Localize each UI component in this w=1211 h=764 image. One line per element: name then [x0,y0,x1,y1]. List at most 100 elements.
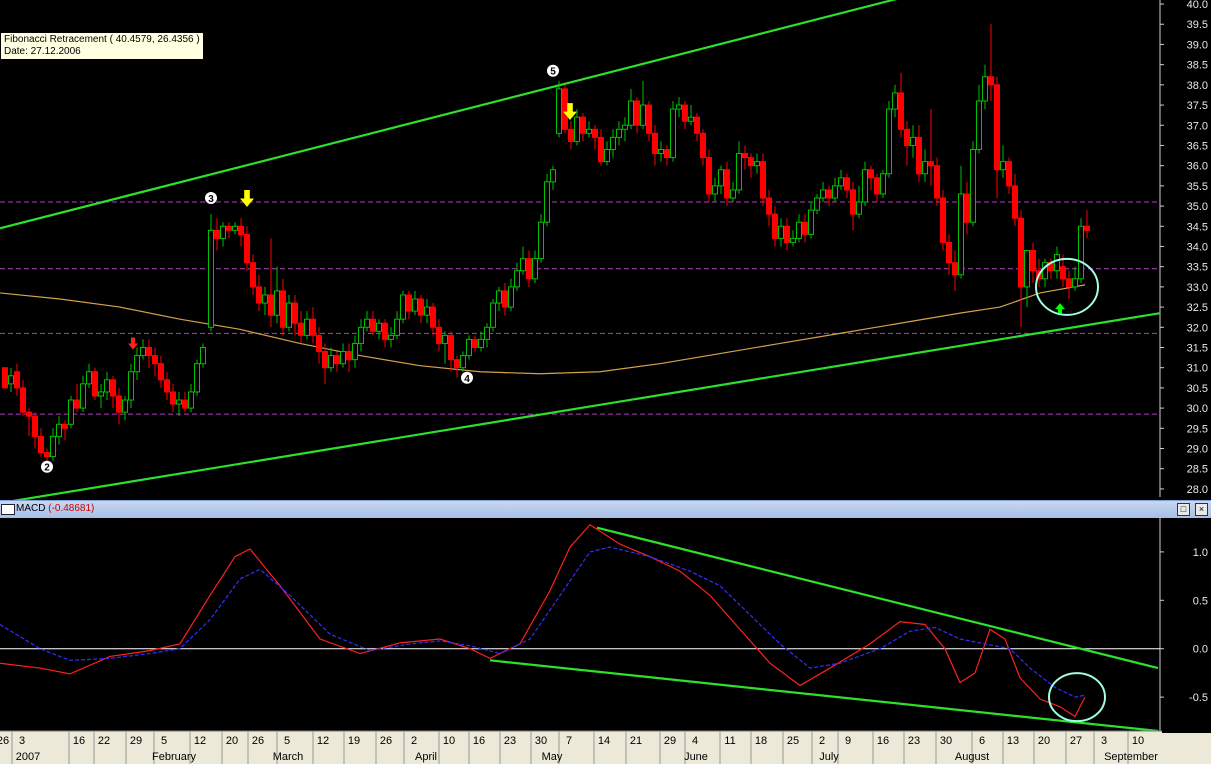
candle-body [880,173,886,195]
price-tick-label: 39.0 [1187,39,1208,51]
candle-body [1054,254,1060,272]
candle-body [194,363,200,393]
date-tick-label: 5 [284,735,290,747]
candle-body [556,88,562,134]
candle-body [158,363,164,381]
candle-body [382,322,388,340]
candle-body [526,258,532,280]
candle-body [694,116,700,134]
macd-tick-label: -0.5 [1189,692,1208,704]
price-tick-label: 30.5 [1187,383,1208,395]
date-tick-label: 10 [443,735,455,747]
date-tick-label: 21 [630,735,642,747]
candle-body [910,136,916,146]
candle-body [496,290,502,304]
candle-body [1006,161,1012,187]
price-tick-label: 35.0 [1187,201,1208,213]
candle-body [364,318,370,328]
price-tick-label: 40.0 [1187,0,1208,11]
candle-body [802,221,808,235]
candle-body [424,306,430,316]
candle-body [868,169,874,179]
close-panel-button[interactable]: × [1195,503,1208,516]
candle-body [550,169,556,183]
wave-label: 5 [550,67,556,78]
date-tick-label: 5 [161,735,167,747]
candle-body [850,189,856,215]
tooltip-line-1: Fibonacci Retracement ( 40.4579, 26.4356… [4,34,200,45]
wave-label: 4 [464,374,470,385]
price-tick-label: 33.0 [1187,282,1208,294]
candle-body [418,298,424,316]
candle-body [886,108,892,175]
date-tick-label: 7 [566,735,572,747]
candle-body [244,233,250,264]
candle-body [778,225,784,239]
macd-panel-title: MACD (-0.48681) [16,503,94,514]
month-label: August [955,751,989,763]
candle-body [116,395,122,413]
candle-body [44,452,50,458]
candle-body [406,294,412,312]
candle-body [718,169,724,187]
candle-body [712,185,718,195]
month-label: September [1104,751,1158,763]
candle-body [790,237,796,243]
candle-body [134,355,140,373]
candle-body [892,92,898,110]
date-axis: 2631622295122026512192621016233071421294… [0,730,1162,764]
candle-body [742,153,748,159]
date-tick-label: 10 [1132,735,1144,747]
month-label: 2007 [16,751,40,763]
candle-body [784,225,790,243]
candle-body [436,326,442,344]
candle-body [736,153,742,191]
candle-body [832,185,838,199]
candle-body [328,355,334,369]
candle-body [760,161,766,199]
date-tick-label: 12 [317,735,329,747]
price-tick-label: 38.0 [1187,80,1208,92]
candle-body [430,306,436,328]
candle-body [268,294,274,316]
candle-body [508,286,514,308]
candle-body [856,201,862,215]
date-tick-label: 20 [226,735,238,747]
candle-body [766,197,772,215]
price-tick-label: 32.5 [1187,302,1208,314]
date-tick-label: 23 [504,735,516,747]
candle-body [976,100,982,151]
candle-body [394,318,400,336]
date-tick-label: 4 [692,735,698,747]
candle-body [952,262,958,276]
date-tick-label: 30 [940,735,952,747]
macd-panel-icon[interactable] [1,504,15,515]
candle-body [904,128,910,146]
candle-body [292,302,298,324]
price-tick-label: 31.5 [1187,342,1208,354]
candle-body [646,104,652,134]
month-label: April [415,751,437,763]
candle-body [232,225,238,231]
fibonacci-tooltip: Fibonacci Retracement ( 40.4579, 26.4356… [0,32,204,60]
date-tick-label: 22 [98,735,110,747]
candle-body [8,375,14,385]
candle-body [80,383,86,409]
candle-body [262,294,268,304]
date-tick-label: 13 [1007,735,1019,747]
candle-body [772,213,778,239]
wave-label: 3 [208,194,214,205]
candle-body [1012,185,1018,219]
date-tick-label: 26 [0,735,9,747]
date-tick-label: 16 [73,735,85,747]
candle-body [724,169,730,199]
tooltip-line-2: Date: 27.12.2006 [4,46,81,57]
axis-corner [1162,733,1211,764]
restore-panel-button[interactable]: □ [1177,503,1190,516]
candle-body [616,128,622,138]
candle-body [164,379,170,393]
candle-body [1078,225,1084,280]
price-tick-label: 34.0 [1187,241,1208,253]
candle-body [940,197,946,243]
candle-body [352,342,358,361]
